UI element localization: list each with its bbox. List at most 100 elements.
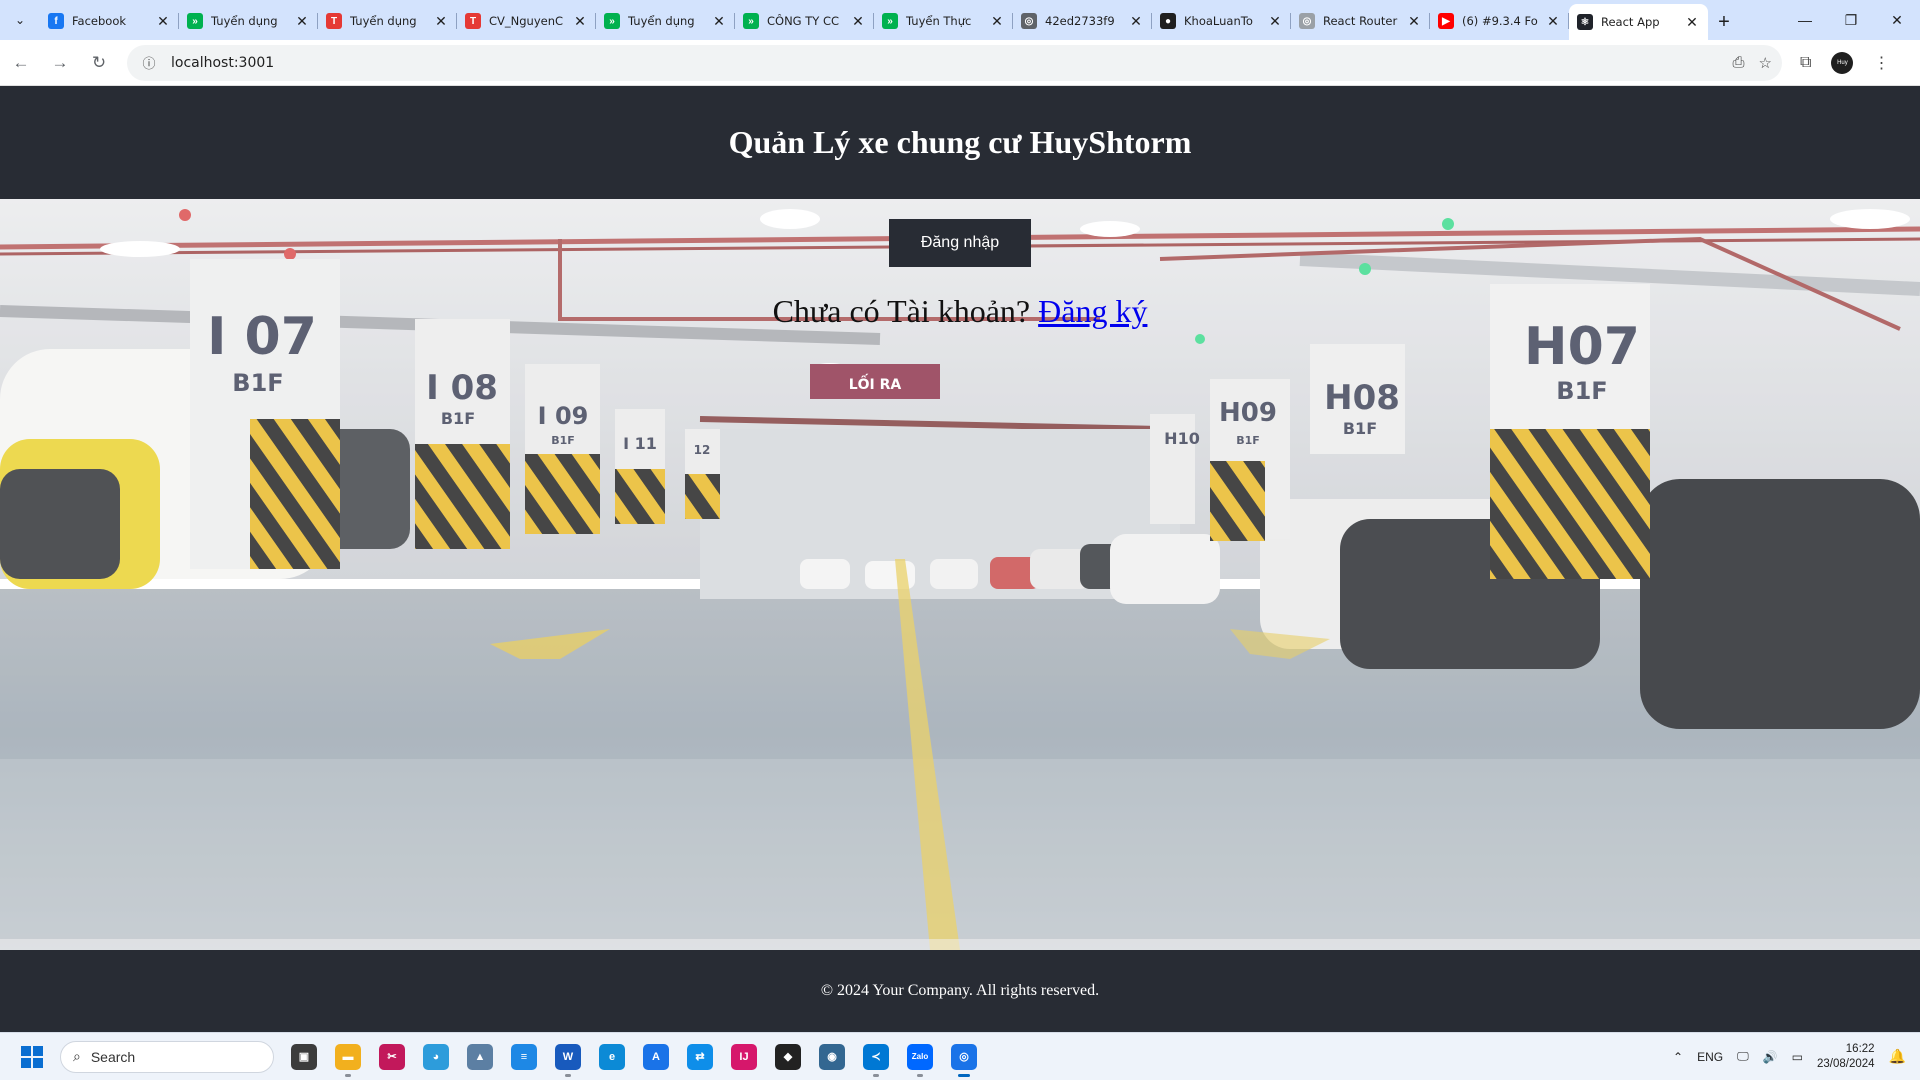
browser-tab[interactable]: ▶ (6) #9.3.4 Fo ✕	[1430, 4, 1569, 38]
taskbar-app-button[interactable]: W	[546, 1035, 590, 1079]
site-footer: © 2024 Your Company. All rights reserved…	[0, 950, 1920, 1032]
tab-title: React Router	[1323, 14, 1398, 28]
tab-close-icon[interactable]: ✕	[1267, 13, 1283, 30]
tab-close-icon[interactable]: ✕	[1128, 13, 1144, 30]
notification-bell-icon[interactable]: 🔔	[1889, 1048, 1906, 1065]
taskbar-clock[interactable]: 16:22 23/08/2024	[1817, 1042, 1875, 1072]
globe-icon: ◎	[1021, 13, 1037, 29]
youtube-icon: ▶	[1438, 13, 1454, 29]
taskbar-app-button[interactable]: ◎	[942, 1035, 986, 1079]
taskbar-app-button[interactable]: e	[590, 1035, 634, 1079]
chrome-icon: ◎	[951, 1043, 977, 1070]
tab-close-icon[interactable]: ✕	[1684, 14, 1700, 31]
tab-close-icon[interactable]: ✕	[711, 13, 727, 30]
react-router-icon: ◎	[1299, 13, 1315, 29]
chrome-menu-icon[interactable]: ⋮	[1873, 53, 1889, 73]
tab-title: CÔNG TY CC	[767, 14, 840, 28]
taskbar-app-button[interactable]: Zalo	[898, 1035, 942, 1079]
browser-tab[interactable]: ● KhoaLuanTo ✕	[1152, 4, 1291, 38]
taskbar-app-button[interactable]: ⇄	[678, 1035, 722, 1079]
tab-title: 42ed2733f9	[1045, 14, 1115, 28]
show-hidden-icons-chevron-icon[interactable]: ⌃	[1673, 1050, 1683, 1064]
taskbar-app-button[interactable]: ≺	[854, 1035, 898, 1079]
facebook-icon: f	[48, 13, 64, 29]
browser-tab[interactable]: » Tuyển dụng ✕	[179, 4, 318, 38]
install-app-icon[interactable]: ⎙	[1733, 54, 1745, 72]
intellij-icon: IJ	[731, 1043, 757, 1070]
windows-start-button[interactable]	[10, 1035, 54, 1079]
tab-close-icon[interactable]: ✕	[1545, 13, 1561, 30]
task-view-icon: ▣	[291, 1043, 317, 1070]
windows-logo-icon	[21, 1045, 43, 1068]
tab-close-icon[interactable]: ✕	[294, 13, 310, 30]
site-info-icon[interactable]: ⓘ	[139, 53, 159, 73]
browser-tab[interactable]: ◎ React Router ✕	[1291, 4, 1430, 38]
taskbar-app-button[interactable]: ▣	[282, 1035, 326, 1079]
auth-panel: Đăng nhập Chưa có Tài khoản? Đăng ký	[0, 199, 1920, 330]
restore-icon[interactable]: ❐	[1828, 0, 1874, 40]
volume-icon[interactable]: 🔊	[1763, 1050, 1778, 1064]
browser-tab[interactable]: f Facebook ✕	[40, 4, 179, 38]
taskbar-app-button[interactable]: IJ	[722, 1035, 766, 1079]
browser-tab[interactable]: T Tuyển dụng ✕	[318, 4, 457, 38]
taskbar-app-button[interactable]: ◕	[414, 1035, 458, 1079]
react-icon: ⚛	[1577, 14, 1593, 30]
taskbar-app-button[interactable]: ✂	[370, 1035, 414, 1079]
forward-arrow-icon[interactable]: →	[42, 45, 78, 81]
network-icon[interactable]: 🖵	[1737, 1049, 1749, 1064]
input-language-indicator[interactable]: ENG	[1697, 1050, 1723, 1064]
taskbar-app-button[interactable]: ◉	[810, 1035, 854, 1079]
footer-copyright: © 2024 Your Company. All rights reserved…	[820, 982, 1100, 999]
tab-title: Tuyển dụng	[350, 14, 417, 28]
tab-close-icon[interactable]: ✕	[1406, 13, 1422, 30]
new-tab-button[interactable]: +	[1708, 4, 1740, 40]
register-link[interactable]: Đăng ký	[1038, 293, 1147, 329]
taskbar-app-button[interactable]: ▬	[326, 1035, 370, 1079]
battery-icon[interactable]: ▭	[1792, 1050, 1803, 1064]
tab-title: Tuyển Thực	[906, 14, 972, 28]
taskbar-search-placeholder: Search	[90, 1048, 136, 1065]
bookmark-star-icon[interactable]: ☆	[1759, 54, 1772, 72]
notepad-icon: ≡	[511, 1043, 537, 1070]
reload-icon[interactable]: ↻	[81, 45, 117, 81]
browser-tab[interactable]: T CV_NguyenC ✕	[457, 4, 596, 38]
photos-icon: ◕	[423, 1043, 449, 1070]
close-window-icon[interactable]: ✕	[1874, 0, 1920, 40]
browser-tab[interactable]: ⚛ React App ✕	[1569, 4, 1708, 40]
browser-tab[interactable]: » Tuyển Thực ✕	[874, 4, 1013, 38]
taskbar-app-button[interactable]: ▲	[458, 1035, 502, 1079]
word-icon: W	[555, 1043, 581, 1070]
taskbar-app-button[interactable]: ◆	[766, 1035, 810, 1079]
browser-tab[interactable]: » Tuyển dụng ✕	[596, 4, 735, 38]
back-arrow-icon[interactable]: ←	[3, 45, 39, 81]
address-bar[interactable]: ⓘ localhost:3001 ⎙ ☆	[127, 44, 1782, 81]
browser-tab[interactable]: ◎ 42ed2733f9 ✕	[1013, 4, 1152, 38]
tab-close-icon[interactable]: ✕	[989, 13, 1005, 30]
topcv-icon: »	[187, 13, 203, 29]
login-button[interactable]: Đăng nhập	[889, 219, 1031, 267]
tab-title: Tuyển dụng	[211, 14, 278, 28]
tab-close-icon[interactable]: ✕	[433, 13, 449, 30]
minimize-icon[interactable]: —	[1782, 0, 1828, 40]
browser-toolbar: ← → ↻ ⓘ localhost:3001 ⎙ ☆ ⧉ Huy ⋮	[0, 40, 1920, 86]
postgresql-icon: ◉	[819, 1043, 845, 1070]
url-text[interactable]: localhost:3001	[171, 55, 274, 71]
extensions-puzzle-icon[interactable]: ⧉	[1800, 54, 1811, 72]
vscode-icon: ≺	[863, 1043, 889, 1070]
taskbar-search-box[interactable]: ⌕ Search	[60, 1040, 274, 1073]
tab-close-icon[interactable]: ✕	[850, 13, 866, 30]
tab-search-chevron-icon[interactable]: ⌄	[0, 0, 40, 40]
page-title: Quản Lý xe chung cư HuyShtorm	[728, 124, 1192, 160]
browser-tab[interactable]: » CÔNG TY CC ✕	[735, 4, 874, 38]
window-controls: — ❐ ✕	[1782, 0, 1920, 40]
tab-close-icon[interactable]: ✕	[155, 13, 171, 30]
tab-title: KhoaLuanTo	[1184, 14, 1253, 28]
web-page: Quản Lý xe chung cư HuyShtorm LỐI RA I 0…	[0, 86, 1920, 1032]
profile-avatar[interactable]: Huy	[1831, 51, 1854, 74]
taskbar-app-button[interactable]: ≡	[502, 1035, 546, 1079]
zalo-icon: Zalo	[907, 1043, 933, 1070]
tab-title: CV_NguyenC	[489, 14, 564, 28]
topdev-icon: T	[465, 13, 481, 29]
taskbar-app-button[interactable]: A	[634, 1035, 678, 1079]
tab-close-icon[interactable]: ✕	[572, 13, 588, 30]
